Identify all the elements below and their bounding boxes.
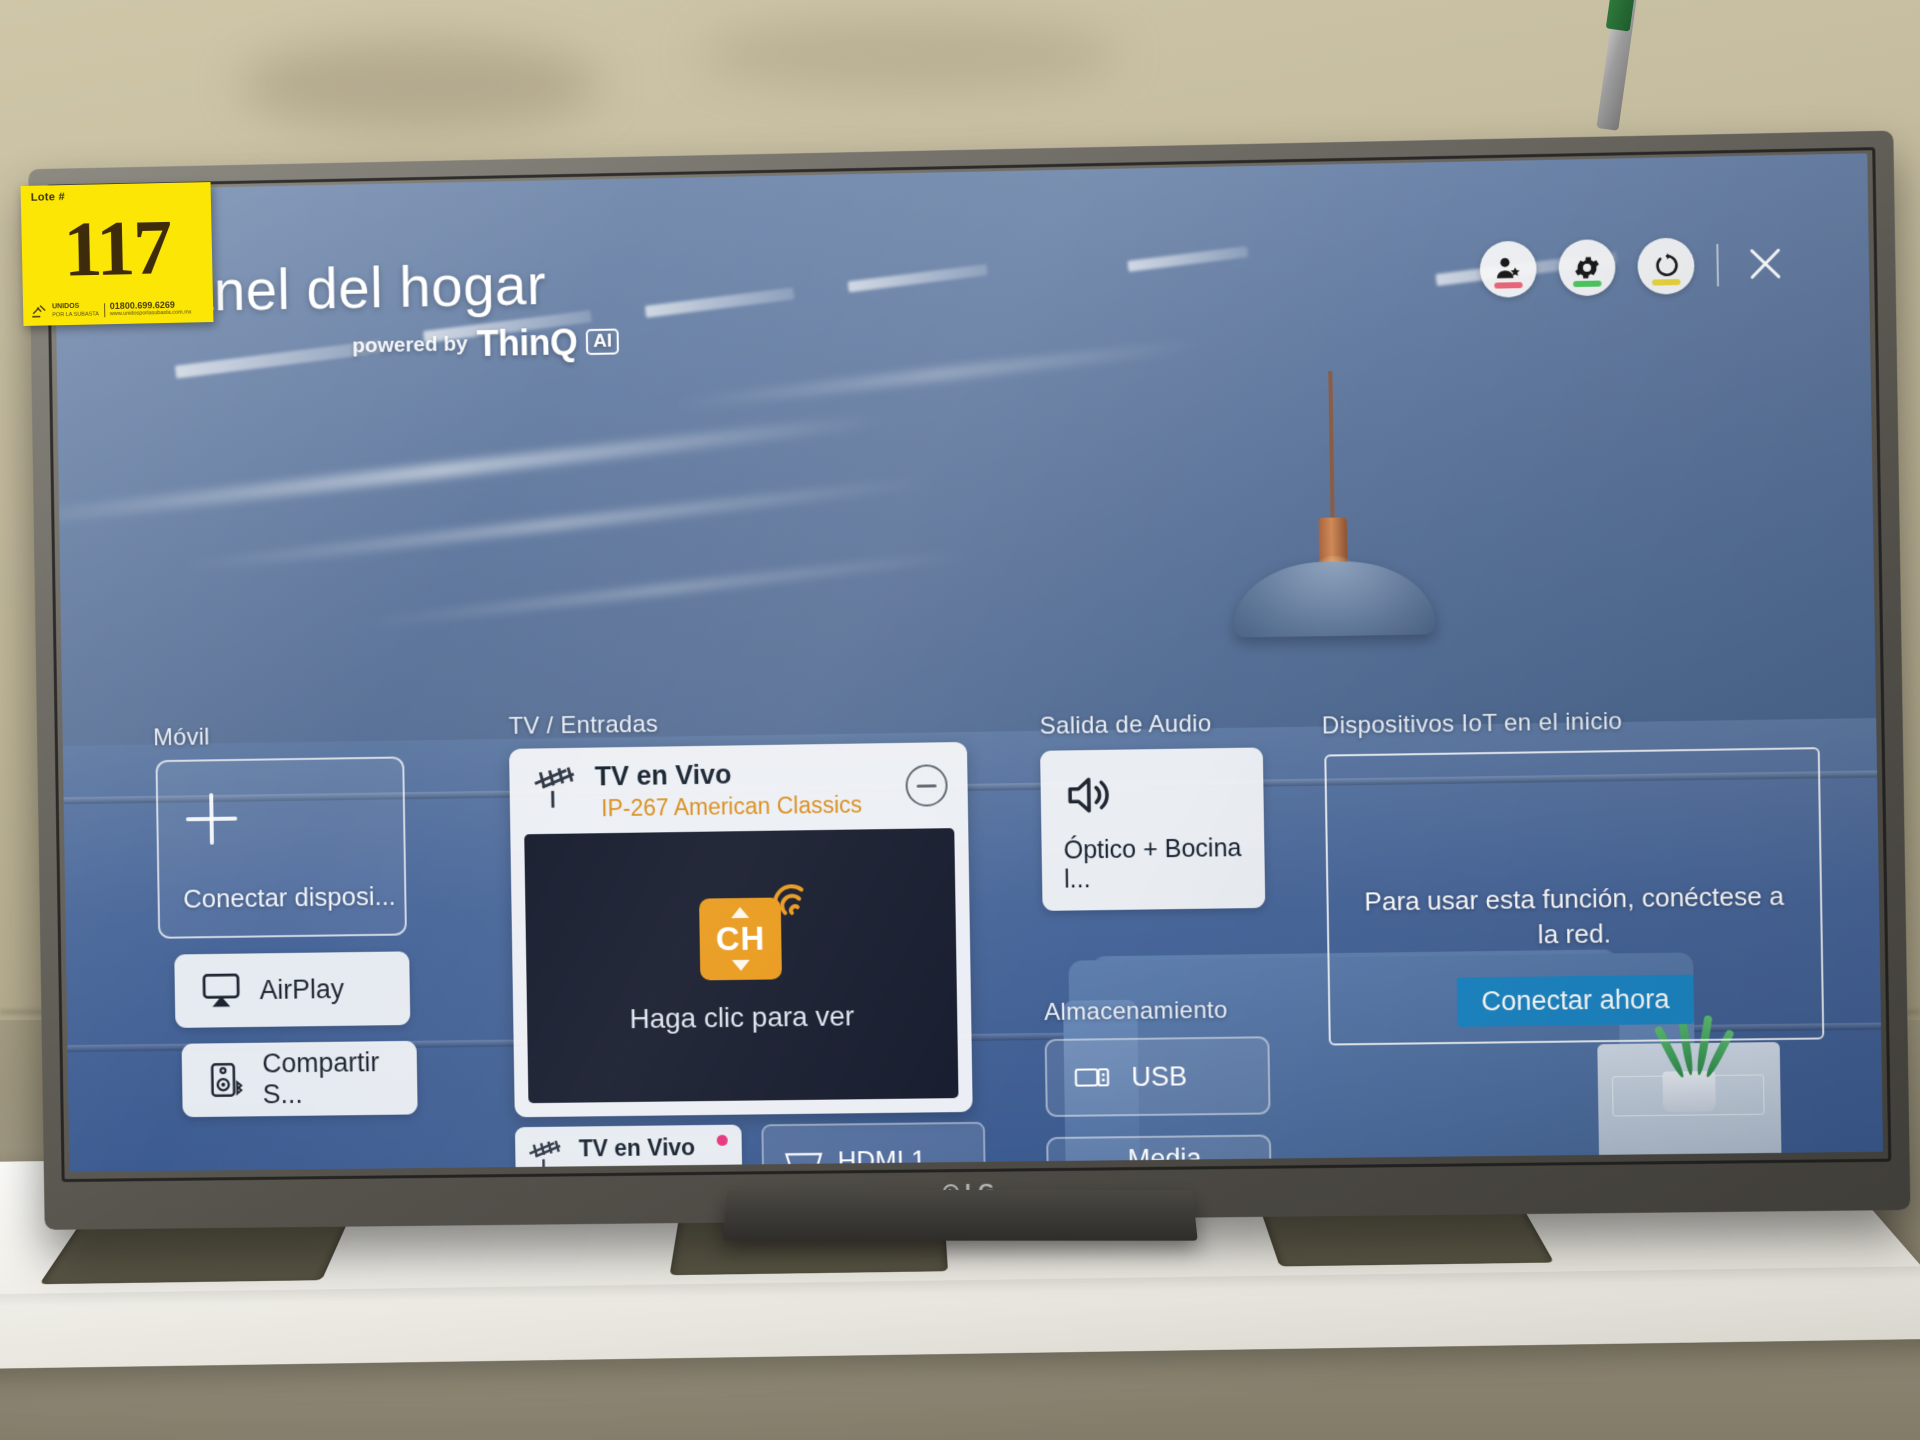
- user-profile-accent-bar: [1494, 282, 1523, 289]
- airplay-icon: [200, 972, 242, 1007]
- usb-label: USB: [1131, 1060, 1188, 1092]
- share-sound-label: Compartir S...: [262, 1047, 380, 1110]
- usb-icon: [1073, 1064, 1113, 1091]
- storage-item-usb[interactable]: USB: [1044, 1036, 1271, 1118]
- airplay-button[interactable]: AirPlay: [174, 951, 411, 1028]
- settings-button[interactable]: [1558, 239, 1616, 297]
- power-button[interactable]: [1637, 237, 1695, 295]
- powered-by-label: powered by: [352, 332, 468, 358]
- antenna-icon: [529, 766, 585, 813]
- connect-device-card[interactable]: Conectar disposi...: [155, 756, 407, 939]
- lot-number: 117: [62, 203, 172, 293]
- live-tv-channel: IP-267 American Classics: [601, 791, 863, 822]
- section-label-storage: Almacenamiento: [1043, 996, 1228, 1026]
- sticker-brand-sub: POR LA SUBASTA: [52, 311, 99, 319]
- connect-device-label: Conectar disposi...: [183, 880, 397, 914]
- speaker-icon: [1060, 770, 1117, 821]
- thinq-wordmark: ThinQ: [476, 321, 578, 365]
- remove-input-button[interactable]: [905, 764, 948, 807]
- live-tv-title: TV en Vivo: [594, 759, 732, 792]
- user-star-icon: [1496, 257, 1520, 279]
- preview-hint-text: Haga clic para ver: [629, 1000, 855, 1035]
- auction-lot-sticker: Lote # 117 UNIDOS POR LA SUBASTA 01800.6…: [20, 182, 214, 326]
- live-tv-preview[interactable]: CH Haga clic para ver: [524, 828, 959, 1104]
- share-sound-button[interactable]: Compartir S...: [181, 1040, 418, 1118]
- channel-badge-label: CH: [715, 919, 766, 958]
- plus-icon: [186, 793, 238, 845]
- speaker-bluetooth-icon: [207, 1060, 245, 1100]
- airplay-label: AirPlay: [259, 973, 345, 1005]
- live-tv-card[interactable]: TV en Vivo IP-267 American Classics CH H…: [509, 741, 973, 1118]
- audio-output-value: Óptico + Bocina l...: [1063, 834, 1242, 894]
- sticker-divider: [103, 303, 105, 318]
- iot-network-message: Para usar esta función, conéctese a la r…: [1364, 880, 1785, 950]
- audio-output-card[interactable]: Óptico + Bocina l...: [1040, 747, 1266, 911]
- live-tv-card-header: TV en Vivo IP-267 American Classics: [509, 742, 968, 831]
- active-input-dot: [716, 1134, 728, 1146]
- section-label-iot: Dispositivos IoT en el inicio: [1321, 707, 1623, 740]
- lg-television: Panel del hogar powered by ThinQ AI Móvi…: [28, 130, 1911, 1230]
- channel-badge: CH: [699, 898, 782, 981]
- wall-smudge: [240, 40, 600, 130]
- gear-icon: [1574, 256, 1600, 279]
- power-icon: [1651, 251, 1682, 282]
- tv-screen: Panel del hogar powered by ThinQ AI Móvi…: [54, 153, 1884, 1173]
- dashboard-header: Panel del hogar powered by ThinQ AI: [54, 153, 1870, 388]
- tv-stand-foot: [722, 1189, 1198, 1241]
- gavel-icon: [32, 305, 46, 318]
- broom-green-band: [1605, 0, 1635, 32]
- section-label-mobile: Móvil: [152, 723, 211, 752]
- powered-by-thinq: powered by ThinQ AI: [352, 321, 620, 368]
- section-label-audio: Salida de Audio: [1039, 710, 1212, 740]
- header-divider: [1716, 244, 1720, 287]
- header-actions: [1479, 236, 1790, 298]
- connect-now-button[interactable]: Conectar ahora: [1456, 974, 1695, 1027]
- pendant-lamp-cord: [1328, 371, 1335, 524]
- settings-accent-bar: [1573, 280, 1602, 288]
- iot-devices-panel: Para usar esta función, conéctese a la r…: [1324, 747, 1825, 1046]
- channel-up-arrow: [731, 906, 750, 919]
- lot-label: Lote #: [30, 191, 66, 204]
- sticker-url: www.unidosporlasubasta.com.mx: [109, 309, 192, 318]
- photograph-of-tv-in-warehouse: Panel del hogar powered by ThinQ AI Móvi…: [0, 0, 1920, 1440]
- user-profile-button[interactable]: [1479, 240, 1537, 298]
- signal-waves-icon: [770, 881, 812, 922]
- screen-glare-streak: [54, 412, 889, 528]
- lg-home-dashboard-ui: Panel del hogar powered by ThinQ AI Móvi…: [54, 153, 1884, 1173]
- screen-glare-streak: [179, 476, 930, 573]
- power-accent-bar: [1652, 278, 1681, 286]
- ai-badge: AI: [585, 328, 620, 356]
- close-icon[interactable]: [1741, 240, 1790, 289]
- section-label-inputs: TV / Entradas: [508, 710, 659, 740]
- wall-smudge: [700, 20, 1120, 90]
- pendant-lamp-shade: [1232, 560, 1436, 638]
- screen-glare-streak: [357, 550, 972, 629]
- input-item-label: TV en Vivo: [578, 1134, 696, 1162]
- channel-down-arrow: [731, 959, 750, 972]
- sticker-footer: UNIDOS POR LA SUBASTA 01800.699.6269 www…: [31, 299, 207, 319]
